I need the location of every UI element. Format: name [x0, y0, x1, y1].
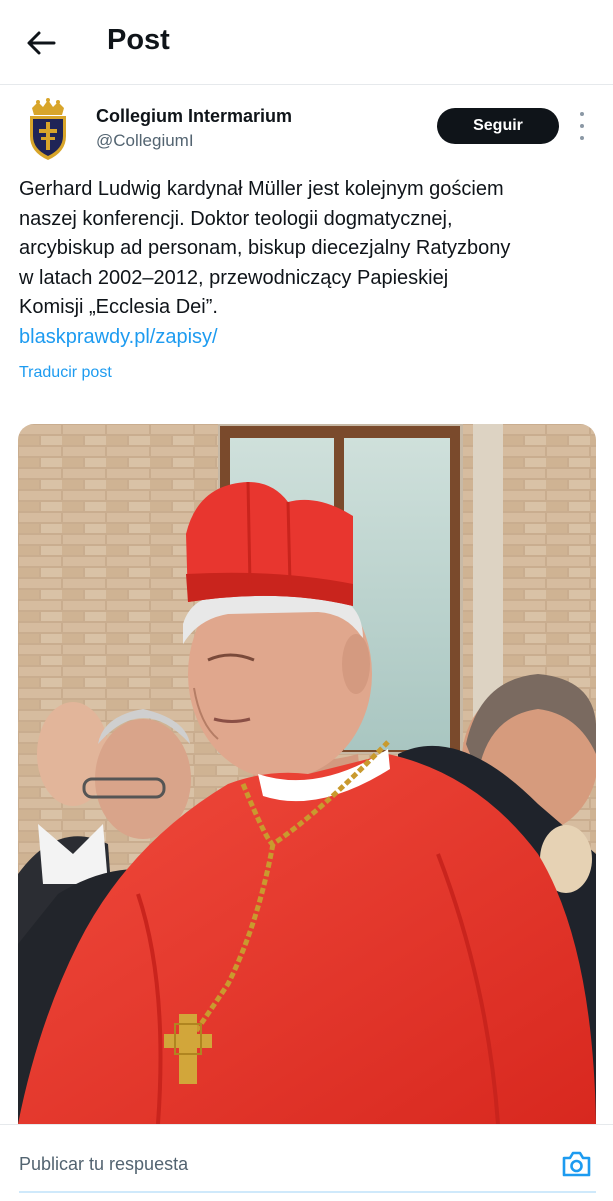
avatar[interactable] [20, 98, 76, 162]
reply-input-underline [19, 1191, 596, 1193]
reply-input[interactable]: Publicar tu respuesta [19, 1154, 188, 1175]
tweet-text-line: Komisji „Ecclesia Dei”. [19, 296, 218, 318]
tweet-text-line: w latach 2002–2012, przewodniczący Papie… [19, 266, 449, 289]
reply-composer: Publicar tu respuesta [0, 1124, 613, 1201]
page-title: Post [107, 24, 170, 56]
back-arrow-icon[interactable] [24, 26, 58, 60]
tweet-text-line: Gerhard Ludwig kardynał Müller jest kole… [19, 178, 504, 200]
translate-post-link[interactable]: Traducir post [19, 364, 112, 382]
author-name[interactable]: Collegium Intermarium [96, 106, 292, 127]
top-bar: Post [0, 0, 613, 85]
camera-icon[interactable] [561, 1150, 592, 1178]
tweet-link[interactable]: blaskprawdy.pl/zapisy/ [19, 323, 599, 353]
author-handle[interactable]: @CollegiumI [96, 131, 194, 151]
tweet-text-line: arcybiskup ad personam, biskup diecezjal… [19, 237, 511, 259]
tweet-photo[interactable] [18, 424, 596, 1124]
follow-button[interactable]: Seguir [437, 108, 559, 144]
tweet-text-line: naszej konferencji. Doktor teologii dogm… [19, 207, 453, 230]
tweet-text: Gerhard Ludwig kardynał Müller jest kole… [19, 175, 599, 352]
more-options-icon[interactable] [574, 112, 590, 140]
